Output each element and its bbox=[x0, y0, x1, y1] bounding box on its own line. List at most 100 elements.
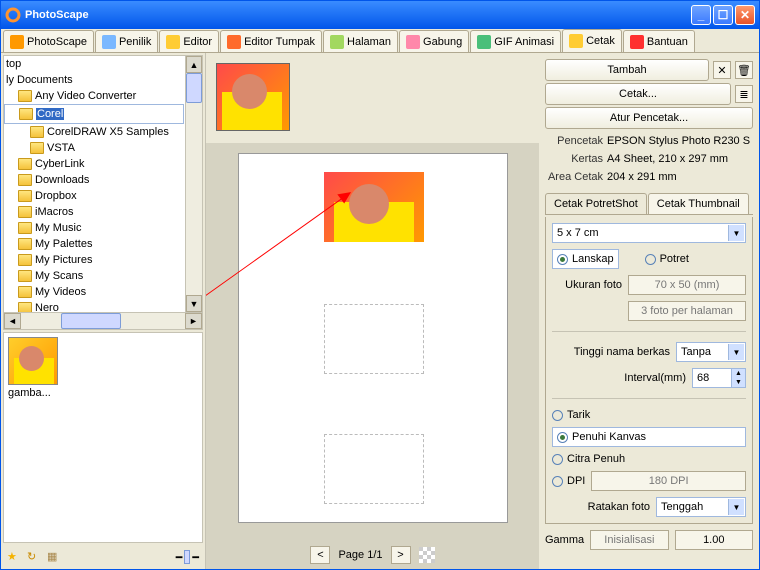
tree-item[interactable]: My Videos bbox=[4, 284, 184, 300]
list-icon[interactable]: ≣ bbox=[735, 85, 753, 103]
tab-photoscape[interactable]: PhotoScape bbox=[3, 30, 94, 52]
tab-label: Editor Tumpak bbox=[244, 36, 315, 48]
tab-potretshot[interactable]: Cetak PotretShot bbox=[545, 193, 647, 214]
folder-tree[interactable]: toply DocumentsAny Video ConverterCorelC… bbox=[3, 55, 203, 330]
tree-item[interactable]: Downloads bbox=[4, 172, 184, 188]
tab-halaman[interactable]: Halaman bbox=[323, 30, 398, 52]
interval-spinner[interactable]: 68▲▼ bbox=[692, 368, 746, 388]
tree-item[interactable]: CyberLink bbox=[4, 156, 184, 172]
tree-item-label: Dropbox bbox=[35, 190, 77, 202]
scroll-thumb[interactable] bbox=[186, 73, 202, 103]
tree-item[interactable]: My Pictures bbox=[4, 252, 184, 268]
page-next-button[interactable]: > bbox=[391, 546, 411, 564]
tree-item-label: CyberLink bbox=[35, 158, 85, 170]
dpi-radio[interactable]: DPI bbox=[552, 475, 585, 487]
tree-item[interactable]: ly Documents bbox=[4, 72, 184, 88]
tambah-button[interactable]: Tambah bbox=[545, 59, 709, 81]
titlebar[interactable]: PhotoScape _ ☐ ✕ bbox=[1, 1, 759, 29]
tree-item[interactable]: Dropbox bbox=[4, 188, 184, 204]
tab-thumbnail[interactable]: Cetak Thumbnail bbox=[648, 193, 749, 214]
app-icon bbox=[5, 7, 21, 23]
close-button[interactable]: ✕ bbox=[735, 5, 755, 25]
maximize-button[interactable]: ☐ bbox=[713, 5, 733, 25]
tab-editor-tumpak[interactable]: Editor Tumpak bbox=[220, 30, 322, 52]
folder-icon bbox=[18, 90, 32, 102]
tab-label: Penilik bbox=[119, 36, 151, 48]
folder-icon bbox=[18, 190, 32, 202]
tree-item-label: ly Documents bbox=[6, 74, 73, 86]
zoom-slider[interactable]: ━━ bbox=[176, 550, 199, 564]
tab-cetak[interactable]: Cetak bbox=[562, 29, 622, 52]
tree-item[interactable]: My Music bbox=[4, 220, 184, 236]
tarik-radio[interactable]: Tarik bbox=[552, 409, 746, 421]
ratakan-label: Ratakan foto bbox=[552, 501, 650, 513]
tree-vscroll[interactable]: ▲ ▼ bbox=[185, 56, 202, 312]
tree-item[interactable]: top bbox=[4, 56, 184, 72]
folder-icon bbox=[18, 286, 32, 298]
tab-gif-animasi[interactable]: GIF Animasi bbox=[470, 30, 561, 52]
tab-penilik[interactable]: Penilik bbox=[95, 30, 158, 52]
tree-item[interactable]: iMacros bbox=[4, 204, 184, 220]
tree-item[interactable]: My Scans bbox=[4, 268, 184, 284]
atur-pencetak-button[interactable]: Atur Pencetak... bbox=[545, 107, 753, 129]
citra-radio[interactable]: Citra Penuh bbox=[552, 453, 746, 465]
tab-icon bbox=[569, 34, 583, 48]
tree-item[interactable]: Any Video Converter bbox=[4, 88, 184, 104]
ukuran-value: 70 x 50 (mm) bbox=[628, 275, 746, 295]
size-select[interactable]: 5 x 7 cm▼ bbox=[552, 223, 746, 243]
scroll-down-icon[interactable]: ▼ bbox=[186, 295, 202, 312]
page-prev-button[interactable]: < bbox=[310, 546, 330, 564]
clear-icon[interactable]: ✕ bbox=[713, 61, 731, 79]
tree-item[interactable]: Corel bbox=[4, 104, 184, 124]
chevron-up-icon[interactable]: ▲ bbox=[731, 369, 745, 378]
tab-icon bbox=[477, 35, 491, 49]
tab-label: Gabung bbox=[423, 36, 462, 48]
tree-hscroll[interactable]: ◄ ► bbox=[4, 312, 202, 329]
photo-slot-1[interactable] bbox=[324, 172, 424, 242]
potret-radio[interactable]: Potret bbox=[645, 253, 689, 265]
scroll-right-icon[interactable]: ► bbox=[185, 313, 202, 329]
tab-label: GIF Animasi bbox=[494, 36, 554, 48]
middle-panel: < Page 1/1 > bbox=[206, 53, 539, 569]
tab-editor[interactable]: Editor bbox=[159, 30, 219, 52]
folder-icon bbox=[18, 238, 32, 250]
cetak-button[interactable]: Cetak... bbox=[545, 83, 731, 105]
right-panel: Tambah ✕ 🗑 Cetak... ≣ Atur Pencetak... P… bbox=[539, 53, 759, 569]
tree-item-label: My Palettes bbox=[35, 238, 92, 250]
gamma-value: 1.00 bbox=[675, 530, 753, 550]
tinggi-select[interactable]: Tanpa▼ bbox=[676, 342, 746, 362]
cards-icon[interactable]: ▦ bbox=[47, 550, 61, 564]
transparency-icon[interactable] bbox=[419, 547, 435, 563]
tree-item[interactable]: VSTA bbox=[4, 140, 184, 156]
kertas-value: A4 Sheet, 210 x 297 mm bbox=[607, 153, 753, 165]
trash-icon[interactable]: 🗑 bbox=[735, 61, 753, 79]
scroll-left-icon[interactable]: ◄ bbox=[4, 313, 21, 329]
tree-item[interactable]: CorelDRAW X5 Samples bbox=[4, 124, 184, 140]
refresh-icon[interactable]: ↻ bbox=[27, 550, 41, 564]
tree-item-label: My Pictures bbox=[35, 254, 92, 266]
hscroll-thumb[interactable] bbox=[61, 313, 121, 329]
penuhi-radio[interactable]: Penuhi Kanvas bbox=[552, 427, 746, 447]
tab-bantuan[interactable]: Bantuan bbox=[623, 30, 695, 52]
tinggi-label: Tinggi nama berkas bbox=[552, 346, 670, 358]
queue-thumbnail[interactable] bbox=[216, 63, 290, 131]
inisialisasi-button[interactable]: Inisialisasi bbox=[590, 530, 668, 550]
ratakan-select[interactable]: Tenggah▼ bbox=[656, 497, 746, 517]
thumbnail-image[interactable] bbox=[8, 337, 58, 385]
scroll-up-icon[interactable]: ▲ bbox=[186, 56, 202, 73]
interval-label: Interval(mm) bbox=[552, 372, 686, 384]
tab-gabung[interactable]: Gabung bbox=[399, 30, 469, 52]
minimize-button[interactable]: _ bbox=[691, 5, 711, 25]
page-preview bbox=[238, 153, 508, 523]
folder-icon bbox=[18, 222, 32, 234]
folder-icon bbox=[18, 174, 32, 186]
folder-icon bbox=[18, 206, 32, 218]
photo-slot-3[interactable] bbox=[324, 434, 424, 504]
chevron-down-icon[interactable]: ▼ bbox=[731, 378, 745, 387]
tree-item-label: Any Video Converter bbox=[35, 90, 136, 102]
tab-icon bbox=[406, 35, 420, 49]
lanskap-radio[interactable]: Lanskap bbox=[552, 249, 619, 269]
tree-item[interactable]: My Palettes bbox=[4, 236, 184, 252]
photo-slot-2[interactable] bbox=[324, 304, 424, 374]
star-icon[interactable]: ★ bbox=[7, 550, 21, 564]
